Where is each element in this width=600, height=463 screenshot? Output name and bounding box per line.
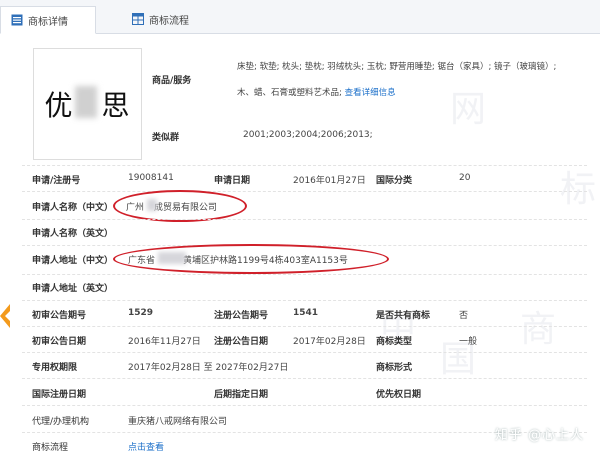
reg-no-label: 申请/注册号 xyxy=(32,176,81,186)
zhihu-watermark: 知乎 @心上人 xyxy=(494,428,584,443)
apply-date-value: 2016年01月27日 xyxy=(293,176,366,186)
chevron-left-icon[interactable] xyxy=(0,304,10,328)
tm-type-value: 一般 xyxy=(459,337,478,347)
divider xyxy=(22,300,587,301)
divider xyxy=(22,219,587,220)
reg-no-value: 19008141 xyxy=(128,173,174,183)
later-date-label: 后期指定日期 xyxy=(214,390,269,400)
divider xyxy=(22,165,587,166)
divider xyxy=(22,274,587,275)
intl-reg-date-label: 国际注册日期 xyxy=(32,390,87,400)
reg-pub-no-label: 注册公告期号 xyxy=(214,311,269,321)
background-watermark: 标 xyxy=(560,169,597,210)
tm-form-label: 商标形式 xyxy=(376,363,413,373)
reg-pub-date-value: 2017年02月28日 xyxy=(293,337,366,347)
tab-label: 商标详情 xyxy=(28,16,68,28)
similar-group-value: 2001;2003;2004;2006;2013; xyxy=(243,130,373,140)
tab-trademark-details[interactable]: 商标详情 xyxy=(0,6,96,34)
annotation-ellipse xyxy=(113,190,247,222)
shared-label: 是否共有商标 xyxy=(376,311,431,321)
similar-group-label: 类似群 xyxy=(152,133,180,143)
agent-label: 代理/办理机构 xyxy=(32,417,90,427)
applicant-cn-label: 申请人名称（中文） xyxy=(32,203,114,213)
prelim-no-value: 1529 xyxy=(128,308,154,318)
goods-label: 商品/服务 xyxy=(152,76,192,86)
goods-line-2: 木、蜡、石膏或塑料艺术品; 查看详细信息 xyxy=(237,88,396,98)
applicant-en-label: 申请人名称（英文） xyxy=(32,229,114,239)
apply-date-label: 申请日期 xyxy=(214,176,251,186)
goods-line-1: 床垫; 软垫; 枕头; 垫枕; 羽绒枕头; 玉枕; 野营用睡垫; 锯台（家具）;… xyxy=(237,62,557,72)
divider xyxy=(22,378,587,379)
reg-pub-date-label: 注册公告日期 xyxy=(214,337,269,347)
divider xyxy=(22,326,587,327)
divider xyxy=(22,352,587,353)
grid-table-icon xyxy=(132,13,144,25)
tab-trademark-flow[interactable]: 商标流程 xyxy=(122,6,199,32)
view-details-link[interactable]: 查看详细信息 xyxy=(345,88,396,98)
exclusive-label: 专用权期限 xyxy=(32,363,78,373)
reg-pub-no-value: 1541 xyxy=(293,308,319,318)
priority-date-label: 优先权日期 xyxy=(376,390,422,400)
intl-class-value: 20 xyxy=(459,173,471,183)
divider xyxy=(22,405,587,406)
prelim-date-value: 2016年11月27日 xyxy=(128,337,201,347)
address-cn-label: 申请人地址（中文） xyxy=(32,256,114,266)
tab-label: 商标流程 xyxy=(149,15,189,27)
view-flow-link[interactable]: 点击查看 xyxy=(128,440,164,453)
trademark-image: 优思 xyxy=(33,48,142,160)
intl-class-label: 国际分类 xyxy=(376,176,413,186)
background-watermark: 网 xyxy=(450,89,487,130)
prelim-date-label: 初审公告日期 xyxy=(32,337,87,347)
prelim-no-label: 初审公告期号 xyxy=(32,311,87,321)
annotation-ellipse xyxy=(113,244,389,274)
tm-type-label: 商标类型 xyxy=(376,337,413,347)
exclusive-value: 2017年02月28日 至 2027年02月27日 xyxy=(128,363,289,373)
address-en-label: 申请人地址（英文） xyxy=(32,284,114,294)
divider xyxy=(22,191,587,192)
document-list-icon xyxy=(11,14,23,26)
redaction-blur xyxy=(75,86,98,118)
trademark-logo-text: 优思 xyxy=(44,84,130,124)
flow-label: 商标流程 xyxy=(32,443,69,453)
shared-value: 否 xyxy=(459,311,469,321)
agent-value: 重庆猪八戒网络有限公司 xyxy=(128,417,228,427)
tab-bar: 商标详情 商标流程 xyxy=(0,0,600,34)
